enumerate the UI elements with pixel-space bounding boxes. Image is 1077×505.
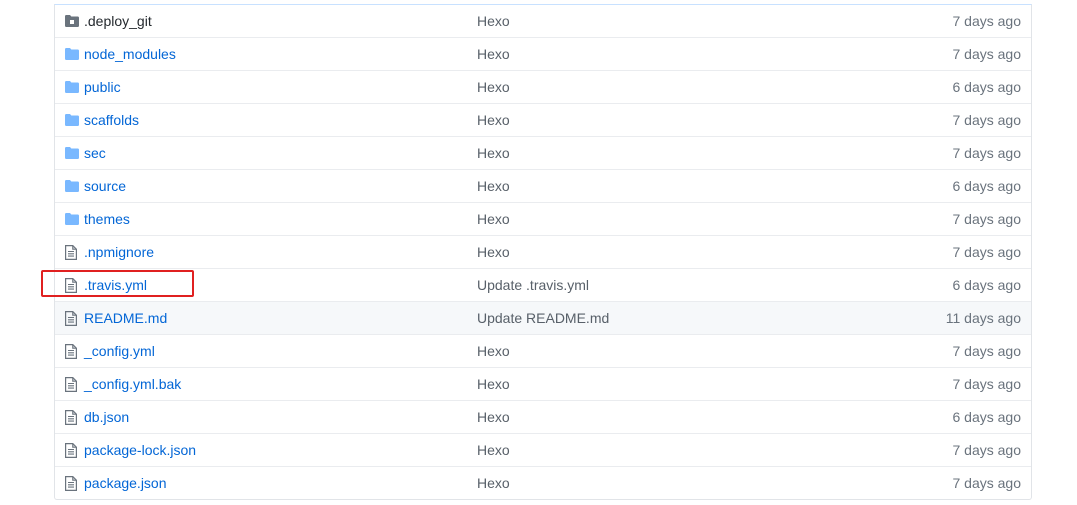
file-table: .deploy_git Hexo 7 days ago node_modules…	[54, 4, 1032, 500]
folder-icon	[65, 147, 81, 159]
commit-age: 6 days ago	[952, 409, 1022, 425]
file-name-link[interactable]: db.json	[84, 409, 129, 425]
file-row-config-yml-bak[interactable]: _config.yml.bak Hexo 7 days ago	[55, 367, 1031, 400]
commit-age: 6 days ago	[952, 178, 1022, 194]
file-name-link[interactable]: _config.yml.bak	[84, 376, 181, 392]
file-name-link[interactable]: themes	[84, 211, 130, 227]
file-row-package-lock-json[interactable]: package-lock.json Hexo 7 days ago	[55, 433, 1031, 466]
commit-message-link[interactable]: Hexo	[477, 145, 510, 161]
file-row-node-modules[interactable]: node_modules Hexo 7 days ago	[55, 37, 1031, 70]
commit-message-link[interactable]: Hexo	[477, 244, 510, 260]
file-row-source[interactable]: source Hexo 6 days ago	[55, 169, 1031, 202]
commit-message-link[interactable]: Hexo	[477, 211, 510, 227]
file-name-link[interactable]: node_modules	[84, 46, 176, 62]
commit-message-link[interactable]: Hexo	[477, 343, 510, 359]
commit-age: 7 days ago	[952, 376, 1022, 392]
file-row-db-json[interactable]: db.json Hexo 6 days ago	[55, 400, 1031, 433]
commit-message-link[interactable]: Hexo	[477, 112, 510, 128]
commit-message-link[interactable]: Hexo	[477, 409, 510, 425]
submodule-folder-icon	[65, 15, 81, 27]
commit-age: 7 days ago	[952, 145, 1022, 161]
folder-icon	[65, 81, 81, 93]
file-icon	[65, 244, 81, 260]
commit-age: 7 days ago	[952, 13, 1022, 29]
file-name-link[interactable]: package-lock.json	[84, 442, 196, 458]
commit-message-link[interactable]: Update README.md	[477, 310, 609, 326]
folder-icon	[65, 180, 81, 192]
file-icon	[65, 310, 81, 326]
file-name-link[interactable]: sec	[84, 145, 106, 161]
commit-message-link[interactable]: Hexo	[477, 13, 510, 29]
file-row-travis-yml[interactable]: .travis.yml Update .travis.yml 6 days ag…	[55, 268, 1031, 301]
highlight-box	[41, 270, 194, 297]
commit-message-link[interactable]: Update .travis.yml	[477, 277, 589, 293]
commit-age: 7 days ago	[952, 211, 1022, 227]
commit-message-link[interactable]: Hexo	[477, 442, 510, 458]
file-row-scaffolds[interactable]: scaffolds Hexo 7 days ago	[55, 103, 1031, 136]
commit-age: 7 days ago	[952, 475, 1022, 491]
commit-age: 6 days ago	[952, 79, 1022, 95]
commit-message-link[interactable]: Hexo	[477, 475, 510, 491]
file-name-link[interactable]: README.md	[84, 310, 167, 326]
commit-age: 7 days ago	[952, 112, 1022, 128]
commit-message-link[interactable]: Hexo	[477, 46, 510, 62]
file-row-npmignore[interactable]: .npmignore Hexo 7 days ago	[55, 235, 1031, 268]
commit-message-link[interactable]: Hexo	[477, 376, 510, 392]
file-icon	[65, 475, 81, 491]
commit-age: 7 days ago	[952, 442, 1022, 458]
file-name-link[interactable]: public	[84, 79, 121, 95]
file-name-link[interactable]: scaffolds	[84, 112, 139, 128]
commit-message-link[interactable]: Hexo	[477, 79, 510, 95]
file-row-package-json[interactable]: package.json Hexo 7 days ago	[55, 466, 1031, 499]
file-name-link[interactable]: source	[84, 178, 126, 194]
file-name-link[interactable]: .npmignore	[84, 244, 154, 260]
folder-icon	[65, 213, 81, 225]
commit-age: 7 days ago	[952, 46, 1022, 62]
commit-age: 7 days ago	[952, 244, 1022, 260]
file-row-themes[interactable]: themes Hexo 7 days ago	[55, 202, 1031, 235]
file-row-deploy-git[interactable]: .deploy_git Hexo 7 days ago	[55, 5, 1031, 37]
file-row-sec[interactable]: sec Hexo 7 days ago	[55, 136, 1031, 169]
file-name-link[interactable]: package.json	[84, 475, 167, 491]
file-icon	[65, 442, 81, 458]
file-row-config-yml[interactable]: _config.yml Hexo 7 days ago	[55, 334, 1031, 367]
file-icon	[65, 343, 81, 359]
commit-age: 6 days ago	[952, 277, 1022, 293]
folder-icon	[65, 48, 81, 60]
file-row-readme-md[interactable]: README.md Update README.md 11 days ago	[55, 301, 1031, 334]
commit-age: 7 days ago	[952, 343, 1022, 359]
file-row-public[interactable]: public Hexo 6 days ago	[55, 70, 1031, 103]
folder-icon	[65, 114, 81, 126]
file-name-link[interactable]: .deploy_git	[84, 13, 152, 29]
file-name-link[interactable]: _config.yml	[84, 343, 155, 359]
file-icon	[65, 376, 81, 392]
commit-message-link[interactable]: Hexo	[477, 178, 510, 194]
commit-age: 11 days ago	[945, 310, 1021, 326]
file-icon	[65, 409, 81, 425]
